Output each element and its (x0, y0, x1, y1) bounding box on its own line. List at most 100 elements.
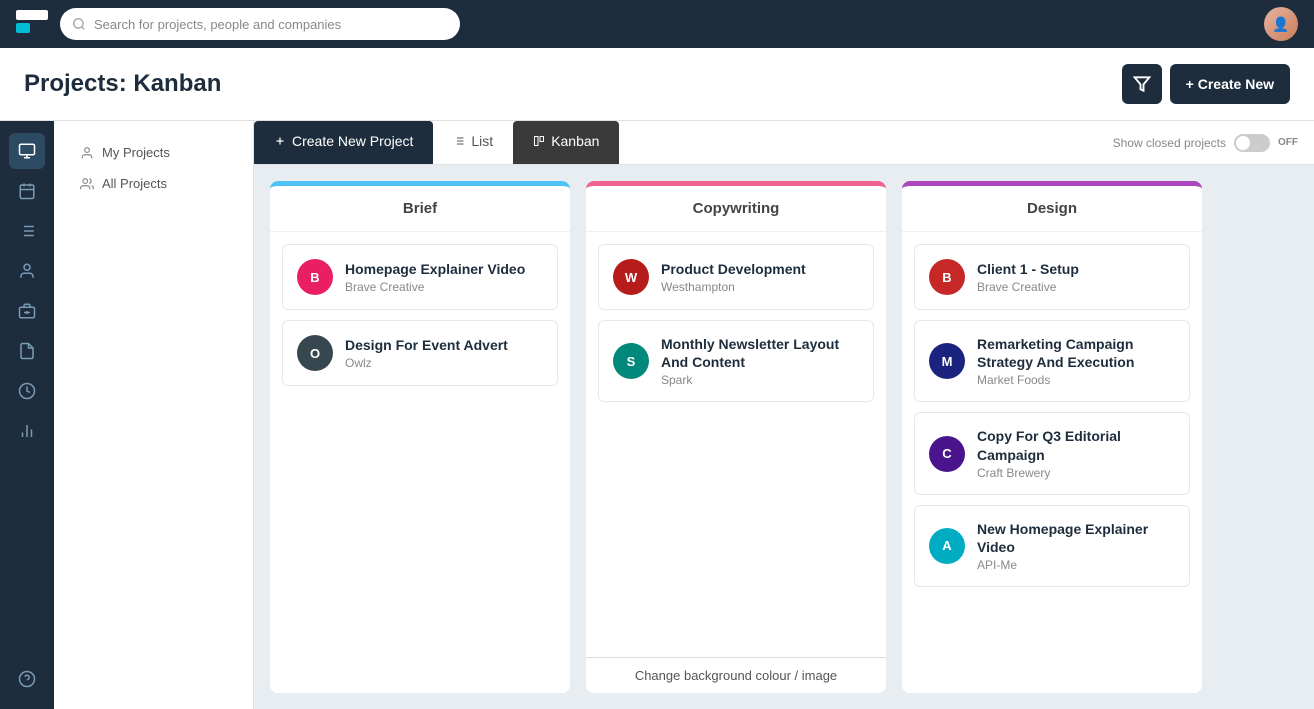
sidebar-item-help[interactable] (9, 661, 45, 697)
sidebar-item-calendar[interactable] (9, 173, 45, 209)
card-client1-setup[interactable]: B Client 1 - SetupBrave Creative (914, 244, 1190, 310)
sidebar-item-documents[interactable] (9, 333, 45, 369)
all-projects-label: All Projects (102, 176, 167, 191)
tab-list[interactable]: List (433, 121, 513, 164)
card-monthly-newsletter[interactable]: S Monthly Newsletter Layout And Content Sp… (598, 320, 874, 402)
card-avatar-copy-q3: C (929, 436, 965, 472)
search-placeholder: Search for projects, people and companie… (94, 17, 341, 32)
card-title-monthly-newsletter: Monthly Newsletter Layout And Content (661, 335, 859, 371)
card-copy-q3[interactable]: C Copy For Q3 Editorial Campaign Craft Bre… (914, 412, 1190, 494)
sidebar-item-reports[interactable] (9, 413, 45, 449)
tab-bar: Create New Project List Kanban Show clos… (254, 121, 1314, 165)
show-closed-toggle: Show closed projects OFF (1113, 134, 1314, 152)
tab-kanban-label: Kanban (551, 133, 599, 149)
card-homepage-explainer[interactable]: B Homepage Explainer Video Brave Creative (282, 244, 558, 310)
card-design-event-advert[interactable]: O Design For Event Advert Owlz (282, 320, 558, 386)
card-title-product-development: Product Development (661, 260, 859, 278)
person-icon (80, 146, 94, 160)
logo-bottom-left (16, 23, 30, 33)
card-new-homepage-explainer[interactable]: A New Homepage Explainer Video API-Me (914, 505, 1190, 587)
card-subtitle-new-homepage-explainer: API-Me (977, 558, 1175, 572)
kanban-icon (533, 135, 545, 147)
sidebar-item-inbox[interactable] (9, 133, 45, 169)
card-avatar-homepage-explainer: B (297, 259, 333, 295)
card-avatar-design-event-advert: O (297, 335, 333, 371)
card-remarketing-campaign[interactable]: M Remarketing Campaign Strategy And Execu… (914, 320, 1190, 402)
content-with-panel: My Projects All Projects Create New Pro (54, 121, 1314, 709)
toggle-off[interactable] (1234, 134, 1270, 152)
topbar-right: 👤 (1264, 7, 1298, 41)
right-content: Create New Project List Kanban Show clos… (254, 121, 1314, 709)
sidebar-item-list[interactable] (9, 213, 45, 249)
toggle-off-label: OFF (1278, 137, 1298, 148)
search-icon (72, 17, 86, 31)
card-avatar-client1-setup: B (929, 259, 965, 295)
page-header: Projects: Kanban + Create New (0, 48, 1314, 121)
sidebar-item-my-projects[interactable]: My Projects (70, 137, 237, 168)
card-avatar-new-homepage-explainer: A (929, 528, 965, 564)
page-title: Projects: Kanban (24, 70, 1122, 98)
inner-content: My Projects All Projects Create New Pro (54, 121, 1314, 709)
card-content-new-homepage-explainer: New Homepage Explainer Video API-Me (977, 520, 1175, 572)
card-subtitle-client1-setup: Brave Creative (977, 280, 1175, 294)
card-content-monthly-newsletter: Monthly Newsletter Layout And Content Spa… (661, 335, 859, 387)
card-content-homepage-explainer: Homepage Explainer Video Brave Creative (345, 260, 543, 294)
group-icon (80, 177, 94, 191)
kanban-board: Brief B Homepage Explainer Video Brave Crea… (254, 165, 1314, 709)
sidebar-item-timer[interactable] (9, 373, 45, 409)
main-area: My Projects All Projects Create New Pro (0, 121, 1314, 709)
card-subtitle-monthly-newsletter: Spark (661, 373, 859, 387)
logo (16, 10, 48, 38)
column-copywriting: Copywriting W Product Development Westhampt… (586, 181, 886, 693)
card-title-remarketing-campaign: Remarketing Campaign Strategy And Execut… (977, 335, 1175, 371)
card-content-client1-setup: Client 1 - SetupBrave Creative (977, 260, 1175, 294)
show-closed-label: Show closed projects (1113, 136, 1226, 150)
column-cards-design: B Client 1 - SetupBrave Creative M Remarket… (902, 232, 1202, 693)
card-title-design-event-advert: Design For Event Advert (345, 336, 543, 354)
column-header-copywriting: Copywriting (586, 186, 886, 232)
tab-create-label: Create New Project (292, 133, 413, 149)
topbar: Search for projects, people and companie… (0, 0, 1314, 48)
column-brief: Brief B Homepage Explainer Video Brave Crea… (270, 181, 570, 693)
card-subtitle-copy-q3: Craft Brewery (977, 466, 1175, 480)
card-product-development[interactable]: W Product Development Westhampton (598, 244, 874, 310)
card-subtitle-design-event-advert: Owlz (345, 356, 543, 370)
sidebar (0, 121, 54, 709)
tab-list-label: List (471, 133, 493, 149)
column-cards-brief: B Homepage Explainer Video Brave Creative O… (270, 232, 570, 693)
sidebar-item-companies[interactable] (9, 293, 45, 329)
card-subtitle-product-development: Westhampton (661, 280, 859, 294)
card-title-new-homepage-explainer: New Homepage Explainer Video (977, 520, 1175, 556)
filter-icon (1133, 75, 1151, 93)
change-bg-bar[interactable]: Change background colour / image (586, 657, 886, 693)
sidebar-item-all-projects[interactable]: All Projects (70, 168, 237, 199)
column-design: Design B Client 1 - SetupBrave Creative M Re… (902, 181, 1202, 693)
column-header-design: Design (902, 186, 1202, 232)
search-bar[interactable]: Search for projects, people and companie… (60, 8, 460, 40)
card-avatar-product-development: W (613, 259, 649, 295)
list-icon (453, 135, 465, 147)
logo-top (16, 10, 48, 20)
card-content-product-development: Product Development Westhampton (661, 260, 859, 294)
card-subtitle-remarketing-campaign: Market Foods (977, 373, 1175, 387)
card-avatar-remarketing-campaign: M (929, 343, 965, 379)
my-projects-label: My Projects (102, 145, 170, 160)
card-subtitle-homepage-explainer: Brave Creative (345, 280, 543, 294)
sidebar-item-people[interactable] (9, 253, 45, 289)
card-content-copy-q3: Copy For Q3 Editorial Campaign Craft Brew… (977, 427, 1175, 479)
card-content-design-event-advert: Design For Event Advert Owlz (345, 336, 543, 370)
card-content-remarketing-campaign: Remarketing Campaign Strategy And Execut… (977, 335, 1175, 387)
card-title-copy-q3: Copy For Q3 Editorial Campaign (977, 427, 1175, 463)
tab-kanban[interactable]: Kanban (513, 121, 619, 164)
tab-create-new-project[interactable]: Create New Project (254, 121, 433, 164)
filter-button[interactable] (1122, 64, 1162, 104)
plus-icon (274, 135, 286, 147)
card-avatar-monthly-newsletter: S (613, 343, 649, 379)
column-header-brief: Brief (270, 186, 570, 232)
create-new-button[interactable]: + Create New (1170, 64, 1290, 104)
header-actions: + Create New (1122, 64, 1290, 104)
card-title-homepage-explainer: Homepage Explainer Video (345, 260, 543, 278)
column-cards-copywriting: W Product Development Westhampton S Monthly … (586, 232, 886, 657)
avatar[interactable]: 👤 (1264, 7, 1298, 41)
left-panel: My Projects All Projects (54, 121, 254, 709)
